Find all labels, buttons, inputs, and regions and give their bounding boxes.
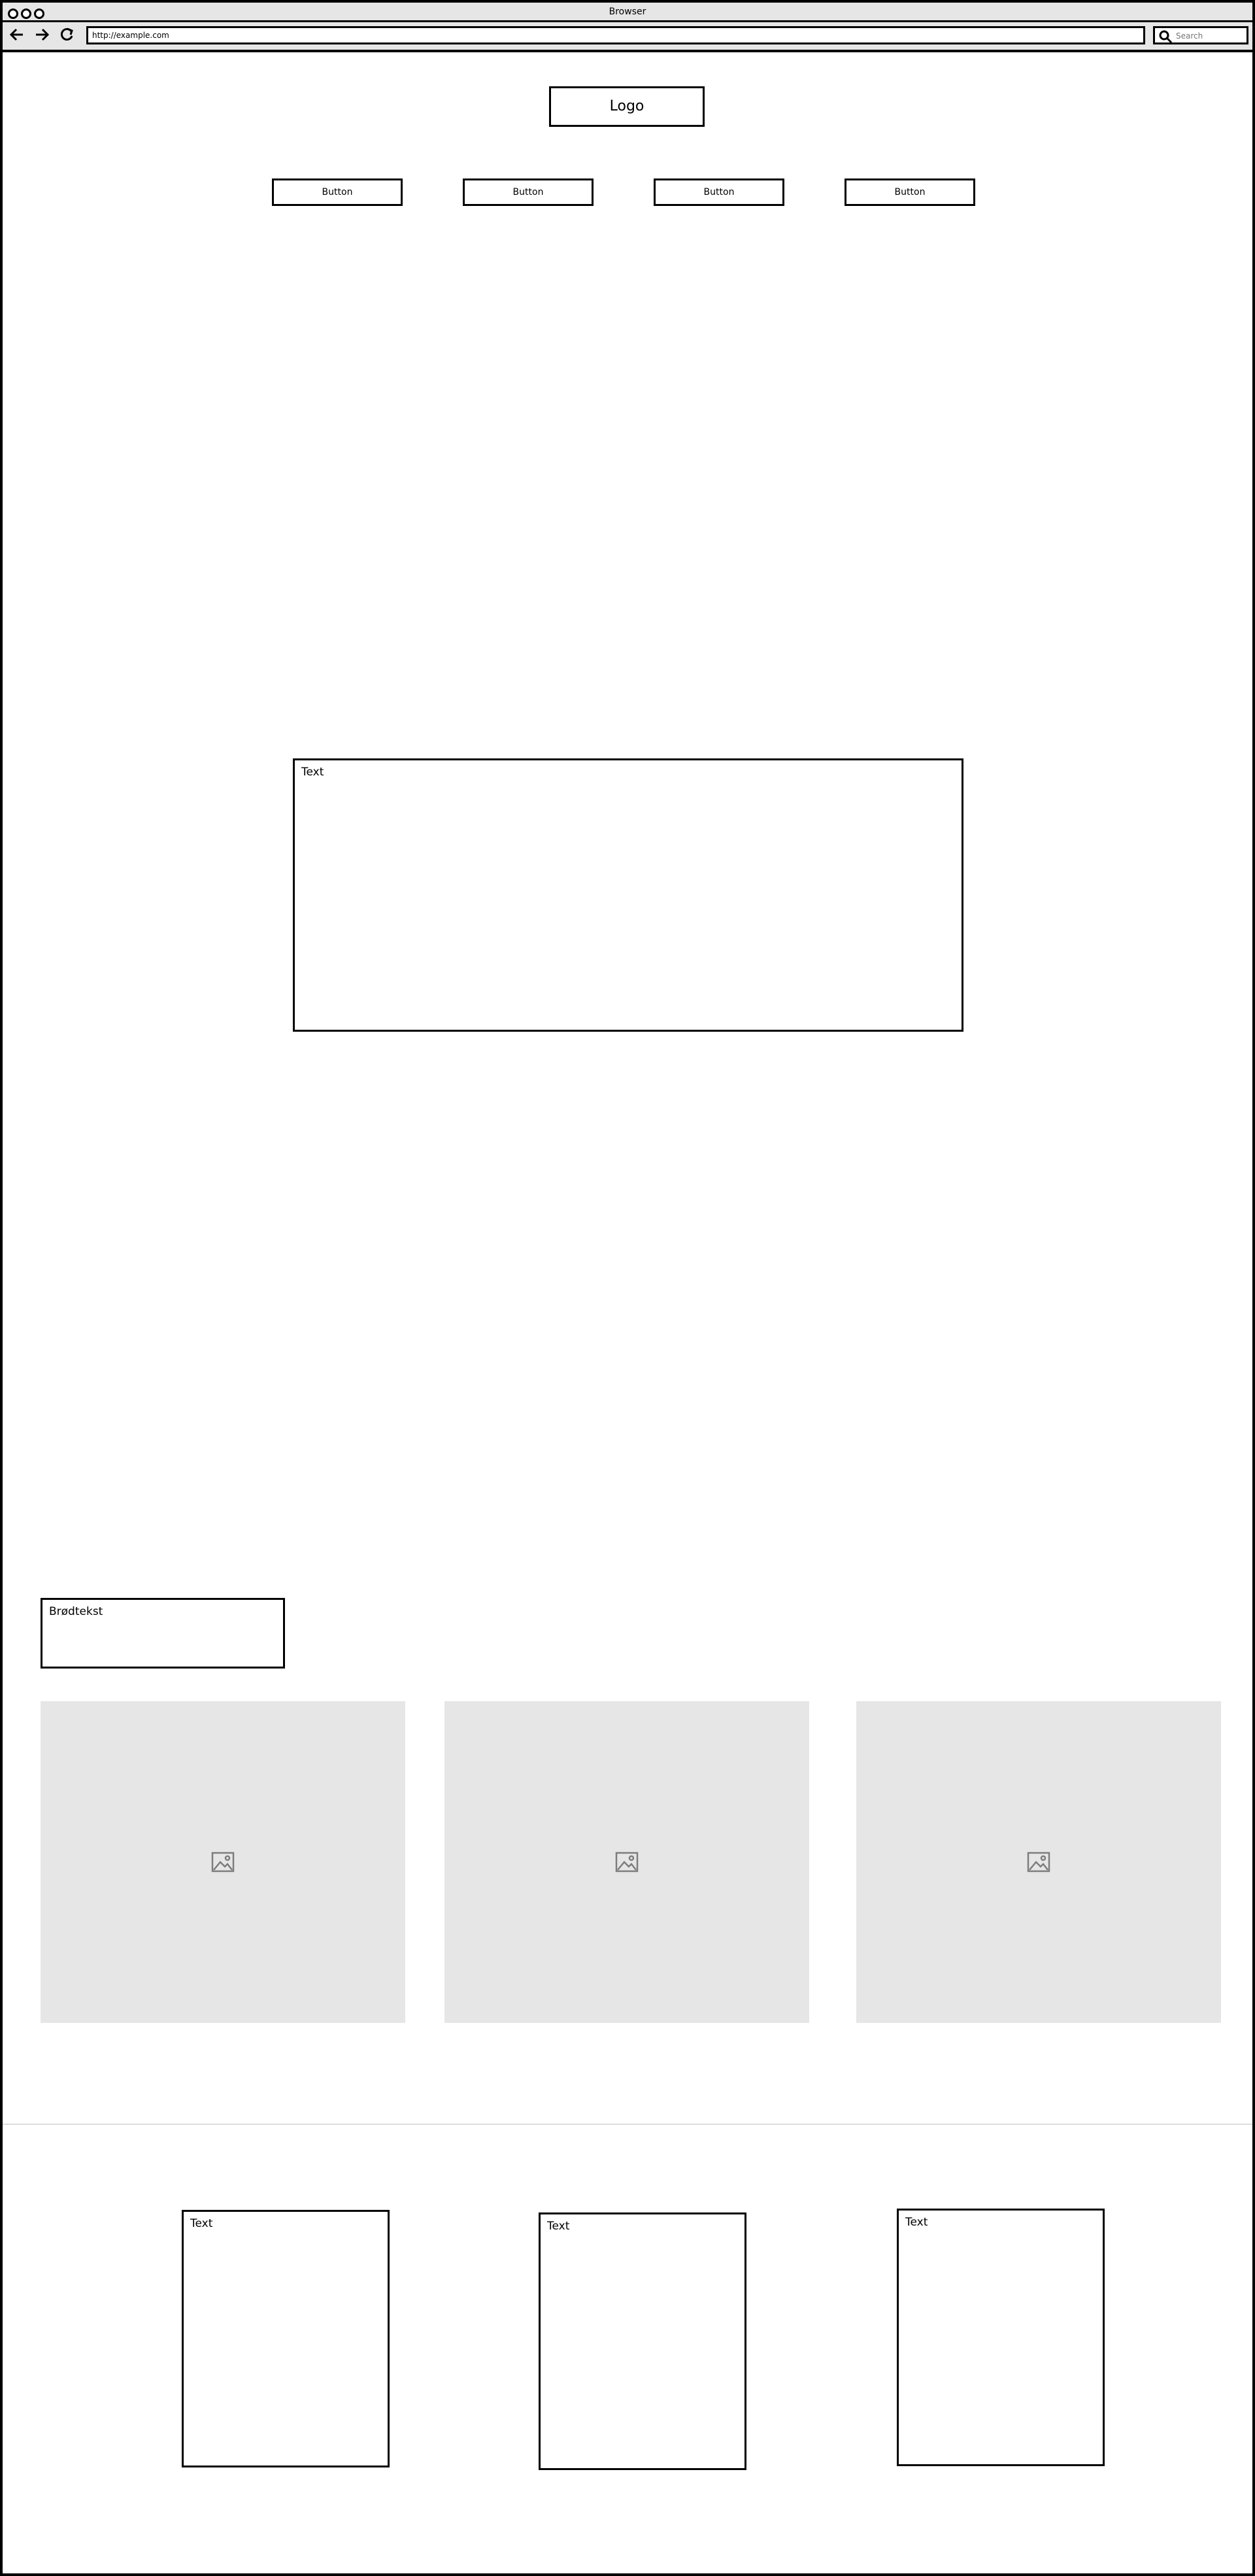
search-box[interactable] (1153, 26, 1248, 44)
arrow-left-icon (9, 28, 23, 41)
title-bar: Browser (3, 3, 1252, 22)
footer-text-3: Text (905, 2216, 928, 2229)
footer-text-box-2: Text (539, 2212, 746, 2470)
nav-button-1[interactable]: Button (272, 178, 403, 206)
reload-icon (60, 27, 73, 41)
forward-button[interactable] (31, 26, 52, 47)
hero-text: Text (301, 766, 324, 779)
logo: Logo (549, 86, 705, 127)
body-text-box: Brødtekst (41, 1598, 285, 1669)
body-text: Brødtekst (49, 1605, 103, 1618)
hero-text-box: Text (293, 758, 963, 1032)
image-placeholder-3 (856, 1701, 1221, 2023)
back-button[interactable] (7, 26, 27, 47)
reload-button[interactable] (56, 26, 77, 47)
browser-toolbar: http://example.com (3, 22, 1252, 52)
arrow-right-icon (36, 28, 50, 41)
footer-text-1: Text (190, 2217, 213, 2230)
browser-window (0, 0, 1255, 2576)
search-input[interactable] (1175, 29, 1248, 42)
image-icon (1027, 1852, 1050, 1873)
address-bar[interactable]: http://example.com (86, 26, 1145, 44)
image-icon (211, 1852, 235, 1873)
nav-button-4[interactable]: Button (845, 178, 975, 206)
image-placeholder-1 (41, 1701, 405, 2023)
footer-text-box-1: Text (182, 2210, 390, 2467)
section-divider (3, 2124, 1252, 2125)
search-icon (1159, 30, 1173, 44)
nav-button-3[interactable]: Button (654, 178, 784, 206)
footer-text-box-3: Text (897, 2209, 1105, 2466)
nav-button-2[interactable]: Button (463, 178, 594, 206)
image-placeholder-2 (444, 1701, 809, 2023)
image-icon (615, 1852, 639, 1873)
footer-text-2: Text (547, 2220, 570, 2233)
window-title: Browser (609, 7, 646, 17)
